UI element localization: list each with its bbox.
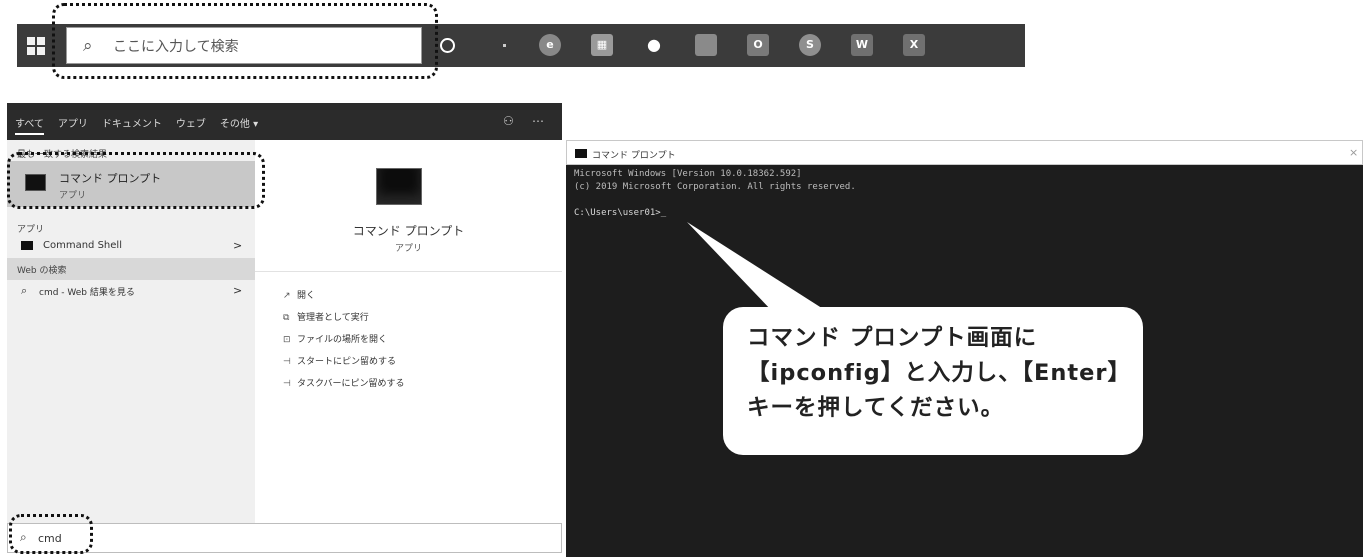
edge-icon[interactable]: e [539,34,561,56]
divider [255,271,562,272]
callout-line: 【ipconfig】と入力し、【Enter】 [747,360,1131,386]
skype-icon[interactable]: S [799,34,821,56]
calculator-icon[interactable]: ▦ [591,34,613,56]
web-search-heading: Web の検索 [17,266,67,276]
search-icon: ⌕ [21,284,28,297]
excel-icon[interactable]: X [903,34,925,56]
open-icon: ↗ [283,291,291,301]
tab-documents[interactable]: ドキュメント [102,115,162,135]
outlook-icon[interactable]: O [747,34,769,56]
chevron-down-icon: ▾ [253,119,259,130]
preview-app-name: コマンド プロンプト [352,224,465,238]
highlight-search-text [9,514,93,554]
user-icon[interactable]: ⚇ [503,114,514,128]
windows-start-button[interactable] [27,37,45,55]
wechat-icon[interactable]: ● [643,34,665,56]
callout-line: キーを押してください。 [747,395,1005,421]
close-icon[interactable]: × [1349,146,1358,159]
pin-icon: ⊣ [283,379,291,389]
cortana-icon[interactable] [440,38,455,53]
command-prompt-icon [575,149,587,158]
web-search-heading-band: Web の検索 [7,258,255,280]
cmd-title-bar[interactable]: コマンド プロンプト × [566,140,1363,165]
cmd-output-line: Microsoft Windows [Version 10.0.18362.59… [574,169,802,179]
preview-app-type: アプリ [394,244,422,254]
command-prompt-large-icon [376,168,422,205]
search-filter-bar: すべて アプリ ドキュメント ウェブ その他 ▾ ⚇ ⋯ [7,103,562,140]
instruction-callout: コマンド プロンプト画面に 【ipconfig】と入力し、【Enter】 キーを… [723,307,1143,455]
list-item-command-shell[interactable]: Command Shell > [7,236,255,256]
folder-icon: ⊡ [283,335,291,345]
highlight-taskbar-search [52,3,438,79]
shield-icon: ⧉ [283,313,290,323]
cmd-prompt-line[interactable]: C:\Users\user01>_ [574,208,666,218]
tab-more[interactable]: その他 ▾ [220,115,258,135]
ellipsis-icon[interactable]: ⋯ [532,114,544,128]
command-shell-icon [21,241,33,250]
task-view-icon[interactable] [503,44,506,47]
chevron-right-icon[interactable]: > [233,284,242,297]
callout-line: コマンド プロンプト画面に [747,325,1038,351]
cmd-output-line: (c) 2019 Microsoft Corporation. All righ… [574,182,856,192]
app-name: Command Shell [43,240,122,251]
chevron-right-icon[interactable]: > [233,239,242,252]
file-explorer-icon[interactable] [695,34,717,56]
action-pin-to-taskbar[interactable]: ⊣ タスクバーにピン留めする [283,376,405,389]
word-icon[interactable]: W [851,34,873,56]
tab-apps[interactable]: アプリ [58,115,88,135]
action-pin-to-start[interactable]: ⊣ スタートにピン留めする [283,354,396,367]
highlight-best-match [7,152,265,209]
action-open-file-location[interactable]: ⊡ ファイルの場所を開く [283,332,387,345]
apps-heading: アプリ [17,225,45,235]
cmd-window-title: コマンド プロンプト [592,151,676,161]
tab-web[interactable]: ウェブ [176,115,206,135]
tab-all[interactable]: すべて [15,115,44,135]
web-search-result[interactable]: ⌕ cmd - Web 結果を見る > [7,280,255,302]
action-open[interactable]: ↗ 開く [283,288,315,301]
pin-icon: ⊣ [283,357,291,367]
search-filter-tabs: すべて アプリ ドキュメント ウェブ その他 ▾ [15,115,258,135]
result-preview-pane: コマンド プロンプト アプリ ↗ 開く ⧉ 管理者として実行 ⊡ ファイルの場所を開く… [255,140,562,530]
action-run-as-admin[interactable]: ⧉ 管理者として実行 [283,310,369,323]
web-result-text: cmd - Web 結果を見る [39,288,135,298]
